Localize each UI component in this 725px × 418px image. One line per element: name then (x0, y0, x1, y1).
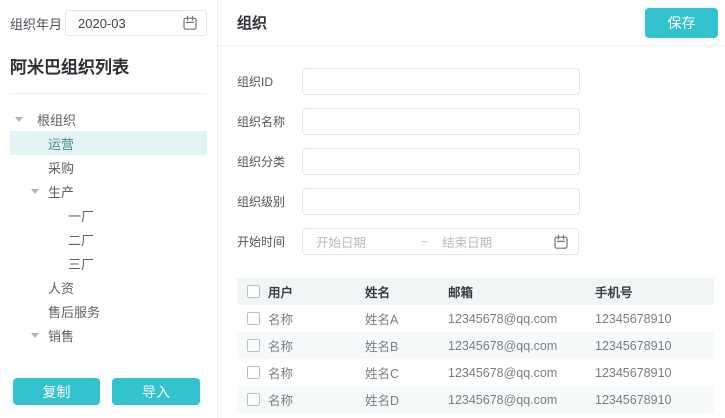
date-range-picker[interactable]: 开始日期 ~ 结束日期 (302, 228, 579, 255)
copy-button[interactable]: 复制 (13, 378, 100, 405)
form-row: 组织级别 (237, 188, 725, 215)
row-checkbox[interactable] (247, 366, 260, 379)
tree-node-label: 一厂 (68, 206, 94, 225)
table-header-row: 用户 姓名 邮箱 手机号 (237, 278, 714, 305)
tree-node[interactable]: 根组织 (10, 107, 207, 131)
tree-node[interactable]: 二厂 (10, 227, 207, 251)
tree-node[interactable]: 一厂 (10, 203, 207, 227)
cell-user: 名称 (268, 309, 293, 328)
tree-node-label: 生产 (48, 182, 74, 201)
tree-node-label: 售后服务 (48, 302, 100, 321)
tree-node-label: 采购 (48, 158, 74, 177)
table-row[interactable]: 名称 姓名B 12345678@qq.com 12345678910 (237, 332, 714, 359)
org-form: 组织ID 组织名称 组织分类 组织级别 开始时间 开始日期 ~ 结束日期 (237, 68, 725, 255)
table-row[interactable]: 名称 姓名C 12345678@qq.com 12345678910 (237, 359, 714, 386)
calendar-icon[interactable] (182, 15, 198, 31)
import-button[interactable]: 导入 (112, 378, 200, 405)
start-time-label: 开始时间 (237, 233, 302, 250)
form-row: 组织分类 (237, 148, 725, 175)
cell-name: 姓名A (365, 309, 448, 328)
org-category-label: 组织分类 (237, 153, 302, 170)
tree-node[interactable]: 运营 (10, 131, 207, 155)
app-window: 组织年月 阿米巴组织列表 根组织 运营 采购 (0, 0, 725, 418)
sidebar-actions: 复制 导入 (13, 378, 200, 405)
tree-node-label: 二厂 (68, 230, 94, 249)
start-date-placeholder[interactable]: 开始日期 (316, 232, 421, 251)
left-sidebar: 组织年月 阿米巴组织列表 根组织 运营 采购 (0, 0, 218, 418)
cell-name: 姓名C (365, 363, 448, 382)
select-all-checkbox[interactable] (247, 285, 260, 298)
tree-node-label: 根组织 (37, 110, 76, 129)
tree-node[interactable]: 人资 (10, 275, 207, 299)
org-category-input[interactable] (302, 148, 580, 175)
period-label: 组织年月 (10, 14, 65, 33)
form-row: 组织名称 (237, 108, 725, 135)
end-date-placeholder[interactable]: 结束日期 (442, 232, 547, 251)
cell-user: 名称 (268, 390, 293, 409)
row-checkbox[interactable] (247, 339, 260, 352)
org-id-label: 组织ID (237, 73, 302, 90)
cell-name: 姓名B (365, 336, 448, 355)
cell-phone: 12345678910 (595, 393, 714, 407)
calendar-icon[interactable] (553, 234, 569, 250)
main-header: 组织 保存 (218, 0, 725, 46)
cell-user: 名称 (268, 363, 293, 382)
period-input-wrap (65, 10, 207, 36)
col-header-user: 用户 (268, 282, 293, 301)
cell-email: 12345678@qq.com (448, 312, 595, 326)
period-row: 组织年月 (10, 10, 207, 36)
cell-name: 姓名D (365, 390, 448, 409)
org-list-title: 阿米巴组织列表 (10, 53, 207, 78)
col-header-name: 姓名 (365, 282, 448, 301)
date-range-separator: ~ (421, 235, 428, 249)
save-button[interactable]: 保存 (645, 8, 718, 38)
table-row[interactable]: 名称 姓名A 12345678@qq.com 12345678910 (237, 305, 714, 332)
cell-phone: 12345678910 (595, 312, 714, 326)
row-checkbox[interactable] (247, 393, 260, 406)
org-id-input[interactable] (302, 68, 580, 95)
page-title: 组织 (237, 12, 267, 33)
col-header-email: 邮箱 (448, 282, 595, 301)
org-level-input[interactable] (302, 188, 580, 215)
cell-email: 12345678@qq.com (448, 366, 595, 380)
tree-node[interactable]: 销售 (10, 323, 207, 347)
form-row: 开始时间 开始日期 ~ 结束日期 (237, 228, 725, 255)
tree-node[interactable]: 生产 (10, 179, 207, 203)
tree-node-label: 销售 (48, 326, 74, 345)
tree-node-label: 三厂 (68, 254, 94, 273)
cell-phone: 12345678910 (595, 366, 714, 380)
table-row[interactable]: 名称 姓名D 12345678@qq.com 12345678910 (237, 386, 714, 413)
tree-node[interactable]: 采购 (10, 155, 207, 179)
tree-node[interactable]: 售后服务 (10, 299, 207, 323)
form-row: 组织ID (237, 68, 725, 95)
cell-phone: 12345678910 (595, 339, 714, 353)
tree-node-label: 运营 (48, 134, 74, 153)
tree-node-label: 人资 (48, 278, 74, 297)
cell-email: 12345678@qq.com (448, 393, 595, 407)
caret-down-icon[interactable] (15, 117, 23, 122)
cell-user: 名称 (268, 336, 293, 355)
main-panel: 组织 保存 组织ID 组织名称 组织分类 组织级别 开始时间 (218, 0, 725, 418)
col-header-phone: 手机号 (595, 282, 714, 301)
user-table: 用户 姓名 邮箱 手机号 名称 姓名A 12345678@qq.com 1234… (237, 278, 714, 413)
caret-down-icon[interactable] (31, 333, 39, 338)
tree-node[interactable]: 三厂 (10, 251, 207, 275)
row-checkbox[interactable] (247, 312, 260, 325)
divider (10, 93, 207, 94)
org-name-input[interactable] (302, 108, 580, 135)
org-level-label: 组织级别 (237, 193, 302, 210)
cell-email: 12345678@qq.com (448, 339, 595, 353)
org-name-label: 组织名称 (237, 113, 302, 130)
caret-down-icon[interactable] (31, 189, 39, 194)
org-tree: 根组织 运营 采购 生产 一厂 二厂 三厂 人资 (10, 107, 207, 347)
